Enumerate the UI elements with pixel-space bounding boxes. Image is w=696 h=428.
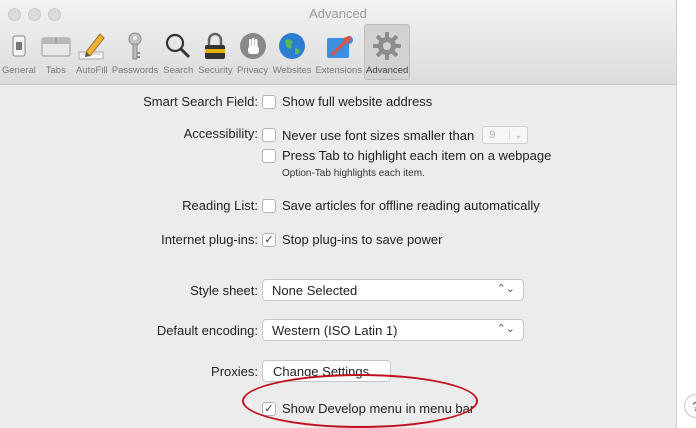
encoding-value: Western (ISO Latin 1) <box>272 322 398 338</box>
puzzle-icon <box>326 36 353 58</box>
tab-autofill[interactable]: AutoFill <box>74 24 110 80</box>
tab-passwords[interactable]: Passwords <box>110 24 160 80</box>
plugins-label: Internet plug-ins: <box>161 232 258 247</box>
globe-icon <box>279 33 306 59</box>
style-sheet-label: Style sheet: <box>190 283 258 298</box>
smart-search-row: Show full website address <box>262 94 432 109</box>
preferences-window: Advanced General Tabs AutoFill Passwords… <box>0 0 677 428</box>
tab-security-label: Security <box>198 65 233 76</box>
style-sheet-popup[interactable]: None Selected ⌃⌄ <box>262 279 524 301</box>
tab-tabs-label: Tabs <box>45 65 66 76</box>
tab-autofill-label: AutoFill <box>75 65 108 76</box>
offline-reading-checkbox[interactable] <box>262 198 276 213</box>
press-tab-text: Press Tab to highlight each item on a we… <box>282 148 552 163</box>
hand-icon <box>239 33 266 59</box>
tab-search-label: Search <box>163 65 194 76</box>
stop-plugins-text: Stop plug-ins to save power <box>282 232 443 247</box>
min-font-size-checkbox[interactable] <box>262 128 276 142</box>
title-bar: Advanced General Tabs AutoFill Passwords… <box>0 0 676 85</box>
show-full-address-checkbox[interactable] <box>262 94 276 109</box>
tab-extensions-label: Extensions <box>315 65 362 76</box>
window-title: Advanced <box>309 6 367 21</box>
tab-general[interactable]: General <box>0 24 38 80</box>
tab-websites[interactable]: Websites <box>271 24 314 80</box>
reading-list-row: Save articles for offline reading automa… <box>262 198 540 213</box>
tabs-icon <box>41 37 71 57</box>
accessibility-label: Accessibility: <box>183 126 258 141</box>
min-font-size-select[interactable]: 9 ⌄ <box>482 126 528 144</box>
tab-search[interactable]: Search <box>160 24 196 80</box>
tab-passwords-label: Passwords <box>111 65 159 76</box>
general-switch-icon <box>12 35 26 57</box>
magnifier-icon <box>166 33 191 59</box>
padlock-icon <box>205 32 226 59</box>
chevron-down-icon: ⌄ <box>514 129 523 141</box>
tab-security[interactable]: Security <box>196 24 234 80</box>
help-button[interactable]: ? <box>684 394 696 418</box>
tab-tabs[interactable]: Tabs <box>38 24 74 80</box>
updown-arrows-icon: ⌃⌄ <box>496 283 515 295</box>
encoding-popup[interactable]: Western (ISO Latin 1) ⌃⌄ <box>262 319 524 341</box>
updown-arrows-icon: ⌃⌄ <box>496 323 515 335</box>
tab-privacy[interactable]: Privacy <box>235 24 271 80</box>
offline-reading-text: Save articles for offline reading automa… <box>282 198 540 213</box>
min-font-size-row: Never use font sizes smaller than 9 ⌄ <box>262 126 528 144</box>
proxies-label: Proxies: <box>211 364 258 379</box>
tab-websites-label: Websites <box>272 65 312 76</box>
gear-icon <box>373 32 402 60</box>
plugins-row: ✓ Stop plug-ins to save power <box>262 232 442 247</box>
key-icon <box>128 32 142 60</box>
pencil-icon <box>78 33 105 60</box>
min-font-size-value: 9 <box>483 129 511 141</box>
tab-privacy-label: Privacy <box>237 65 269 76</box>
tab-extensions[interactable]: Extensions <box>314 24 364 80</box>
style-sheet-value: None Selected <box>272 282 358 298</box>
show-full-address-text: Show full website address <box>282 94 433 109</box>
encoding-label: Default encoding: <box>156 323 258 338</box>
min-font-size-text: Never use font sizes smaller than <box>282 127 475 143</box>
reading-list-label: Reading List: <box>182 198 258 213</box>
tab-advanced-label: Advanced <box>366 65 409 76</box>
smart-search-label: Smart Search Field: <box>143 94 258 109</box>
highlight-ellipse <box>242 374 478 428</box>
tab-advanced[interactable]: Advanced <box>364 24 411 80</box>
option-tab-note: Option-Tab highlights each item. <box>282 168 425 179</box>
press-tab-row: Press Tab to highlight each item on a we… <box>262 148 551 163</box>
preferences-toolbar: General Tabs AutoFill Passwords Search S… <box>0 24 411 80</box>
stop-plugins-checkbox[interactable]: ✓ <box>262 232 276 247</box>
tab-general-label: General <box>2 65 36 76</box>
press-tab-checkbox[interactable] <box>262 148 276 163</box>
